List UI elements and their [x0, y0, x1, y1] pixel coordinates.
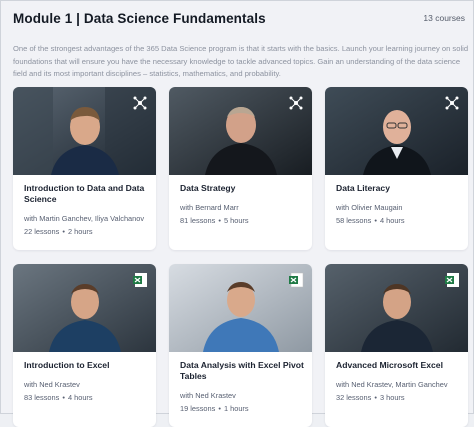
course-card-intro-excel[interactable]: Introduction to Excel with Ned Krastev 8… — [13, 264, 156, 427]
course-card-data-strategy[interactable]: Data Strategy with Bernard Marr 81 lesso… — [169, 87, 312, 250]
course-meta: 81 lessons • 5 hours — [180, 216, 304, 226]
course-thumbnail[interactable] — [325, 87, 468, 175]
separator: • — [374, 392, 377, 402]
network-icon — [289, 96, 303, 110]
course-thumbnail[interactable] — [325, 264, 468, 352]
course-thumbnail[interactable] — [169, 264, 312, 352]
course-grid: Introduction to Data and Data Science wi… — [13, 87, 469, 427]
course-duration: 5 hours — [223, 215, 249, 225]
course-meta: 32 lessons • 3 hours — [336, 393, 460, 403]
network-icon — [445, 96, 459, 110]
module-title: Module 1 | Data Science Fundamentals — [13, 10, 266, 26]
course-card-excel-pivot-tables[interactable]: Data Analysis with Excel Pivot Tables wi… — [169, 264, 312, 427]
course-meta: 19 lessons • 1 hours — [180, 404, 304, 414]
excel-icon — [289, 272, 304, 288]
separator: • — [62, 392, 65, 402]
module-description: One of the strongest advantages of the 3… — [13, 44, 469, 79]
lesson-count: 83 lessons — [24, 392, 60, 402]
lesson-count: 58 lessons — [336, 215, 372, 225]
course-duration: 1 hours — [223, 403, 249, 413]
course-meta: 22 lessons • 2 hours — [24, 227, 148, 237]
course-card-data-literacy[interactable]: Data Literacy with Olivier Maugain 58 le… — [325, 87, 468, 250]
card-body: Data Analysis with Excel Pivot Tables wi… — [180, 360, 304, 414]
course-meta: 58 lessons • 4 hours — [336, 216, 460, 226]
excel-icon — [445, 273, 459, 287]
card-body: Introduction to Excel with Ned Krastev 8… — [24, 360, 148, 403]
course-duration: 4 hours — [379, 215, 405, 225]
card-body: Introduction to Data and Data Science wi… — [24, 183, 148, 237]
separator: • — [374, 215, 377, 225]
lesson-count: 81 lessons — [180, 215, 216, 225]
lesson-count: 19 lessons — [180, 403, 216, 413]
module-header: Module 1 | Data Science Fundamentals 13 … — [13, 7, 465, 29]
card-body: Data Strategy with Bernard Marr 81 lesso… — [180, 183, 304, 226]
course-title[interactable]: Data Literacy — [336, 183, 460, 194]
course-thumbnail[interactable] — [13, 264, 156, 352]
course-title[interactable]: Data Strategy — [180, 183, 304, 194]
card-body: Advanced Microsoft Excel with Ned Kraste… — [336, 360, 460, 403]
course-instructor: with Ned Krastev, Martin Ganchev — [336, 380, 448, 389]
course-meta: 83 lessons • 4 hours — [24, 393, 148, 403]
course-title[interactable]: Introduction to Data and Data Science — [24, 183, 148, 205]
course-thumbnail[interactable] — [13, 87, 156, 175]
network-icon — [133, 96, 147, 110]
lesson-count: 22 lessons — [24, 226, 60, 236]
course-instructor: with Bernard Marr — [180, 203, 239, 212]
lesson-count: 32 lessons — [336, 392, 372, 402]
course-card-intro-data-science[interactable]: Introduction to Data and Data Science wi… — [13, 87, 156, 250]
course-duration: 4 hours — [67, 392, 93, 402]
course-title[interactable]: Data Analysis with Excel Pivot Tables — [180, 360, 304, 382]
course-title[interactable]: Introduction to Excel — [24, 360, 148, 371]
course-duration: 2 hours — [67, 226, 93, 236]
course-module-page: Module 1 | Data Science Fundamentals 13 … — [0, 0, 474, 427]
card-body: Data Literacy with Olivier Maugain 58 le… — [336, 183, 460, 226]
course-instructor: with Ned Krastev — [24, 380, 80, 389]
course-instructor: with Ned Krastev — [180, 391, 236, 400]
excel-icon — [133, 273, 147, 287]
course-title[interactable]: Advanced Microsoft Excel — [336, 360, 460, 371]
separator: • — [218, 215, 221, 225]
course-duration: 3 hours — [379, 392, 405, 402]
course-thumbnail[interactable] — [169, 87, 312, 175]
course-instructor: with Olivier Maugain — [336, 203, 403, 212]
course-count: 13 courses — [423, 13, 465, 23]
course-card-advanced-excel[interactable]: Advanced Microsoft Excel with Ned Kraste… — [325, 264, 468, 427]
course-instructor: with Martin Ganchev, Iliya Valchanov — [24, 214, 145, 223]
separator: • — [62, 226, 65, 236]
separator: • — [218, 403, 221, 413]
